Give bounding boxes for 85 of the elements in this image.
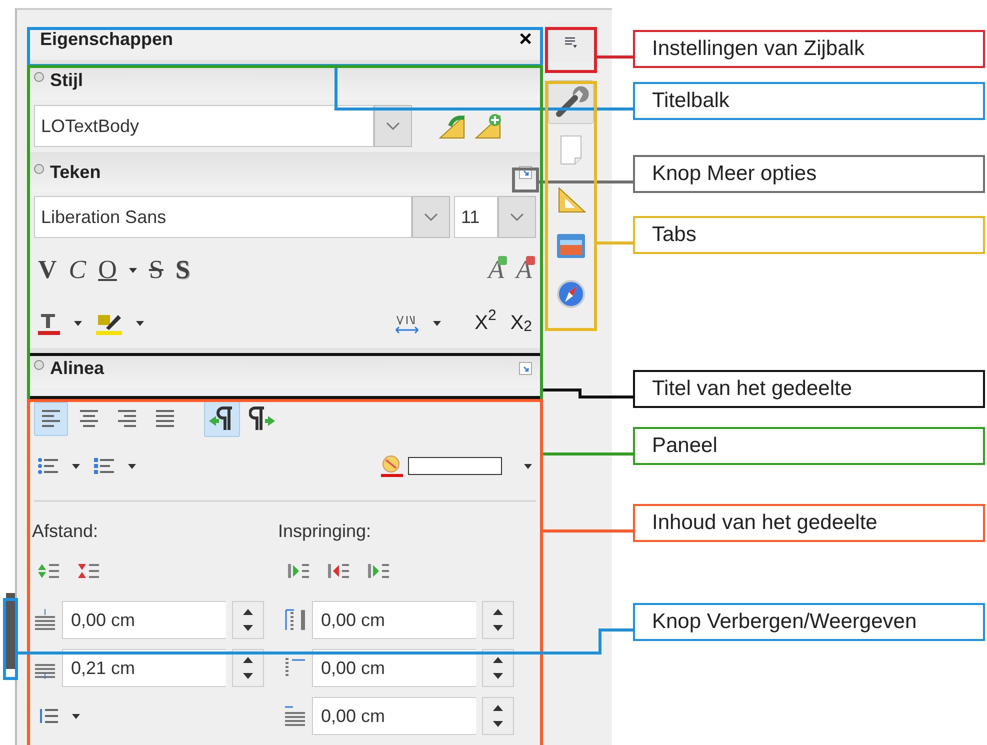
collapse-icon[interactable]	[34, 164, 44, 174]
increase-indent-icon	[288, 562, 310, 580]
caret-icon	[524, 464, 532, 468]
section-title: Alinea	[50, 356, 104, 380]
callout-label: Instellingen van Zijbalk	[633, 30, 985, 68]
callout-label: Titel van het gedeelte	[633, 370, 985, 408]
collapse-icon[interactable]	[34, 360, 44, 370]
spin-arrows-icon	[492, 703, 504, 729]
superscript-button[interactable]: X$^{2}$	[470, 305, 500, 341]
spin-button[interactable]	[232, 649, 264, 687]
italic-button[interactable]: C	[64, 254, 90, 286]
collapse-icon[interactable]	[34, 72, 44, 82]
leader-line	[596, 56, 633, 58]
style-field[interactable]: LOTextBody	[34, 105, 374, 147]
spin-arrows-icon	[242, 655, 254, 681]
bullet-list-icon	[38, 457, 58, 475]
strikethrough-button[interactable]: S	[144, 254, 168, 286]
font-color-icon	[38, 312, 60, 334]
callout-label: Titelbalk	[633, 82, 985, 120]
indent-label: Inspringing:	[278, 520, 372, 543]
section-title: Teken	[50, 160, 101, 184]
caret-icon	[128, 268, 137, 272]
paragraph-direction-icon	[249, 406, 275, 432]
background-color-icon	[380, 455, 404, 477]
paragraph-direction-icon	[209, 406, 235, 432]
caret-icon	[74, 320, 82, 326]
first-line-indent-icon	[368, 562, 390, 580]
left-to-right-button[interactable]	[204, 401, 240, 437]
spacing-label: Afstand:	[31, 520, 100, 543]
section-title: Stijl	[50, 68, 84, 92]
dropdown-button[interactable]	[374, 105, 412, 147]
first-line-icon	[284, 705, 306, 727]
subscript-button[interactable]: X$_{2}$	[506, 305, 536, 341]
font-size-field[interactable]: 11	[454, 196, 498, 238]
callout-label: Knop Verbergen/Weergeven	[633, 603, 985, 641]
caret-icon	[72, 464, 80, 468]
callout-label: Tabs	[633, 216, 985, 254]
decrease-indent-icon	[328, 562, 350, 580]
align-left-button[interactable]	[34, 402, 68, 436]
more-options-icon	[519, 362, 532, 374]
shadow-button[interactable]: S	[171, 254, 194, 286]
spin-field[interactable]: 0,00 cm	[312, 649, 476, 687]
close-button[interactable]: ×	[517, 28, 534, 50]
callout-label: Knop Meer opties	[633, 155, 985, 193]
menu-icon	[564, 36, 578, 48]
align-icon	[42, 410, 60, 428]
spin-field[interactable]: 0,00 cm	[312, 697, 476, 735]
caret-icon	[136, 320, 144, 326]
highlight-frame	[512, 168, 539, 192]
spin-field[interactable]: 0,00 cm	[312, 601, 476, 639]
new-style-icon	[474, 112, 502, 140]
align-icon	[156, 410, 174, 428]
leader-line	[596, 242, 633, 244]
spin-arrows-icon	[492, 607, 504, 633]
caret-icon	[128, 464, 136, 468]
spin-button[interactable]	[482, 601, 514, 639]
spin-field[interactable]: 0,21 cm	[62, 649, 226, 687]
indent-before-icon	[284, 609, 306, 631]
underline-button[interactable]: O	[94, 254, 121, 286]
bold-button[interactable]: V	[34, 254, 61, 286]
spin-button[interactable]	[482, 649, 514, 687]
caret-icon	[432, 320, 441, 326]
caret-icon	[72, 714, 80, 718]
highlight-frame	[545, 27, 597, 73]
spin-button[interactable]	[482, 697, 514, 735]
indent-after-icon	[284, 657, 306, 679]
spin-arrows-icon	[492, 655, 504, 681]
increase-spacing-icon	[38, 562, 60, 580]
align-icon	[118, 410, 136, 428]
numbered-list-icon	[94, 457, 114, 475]
panel-title: Eigenschappen	[40, 28, 174, 51]
spin-field[interactable]: 0,00 cm	[62, 601, 226, 639]
wrench-icon	[553, 84, 589, 120]
color-swatch[interactable]	[408, 457, 502, 475]
hide-show-handle[interactable]	[6, 593, 15, 669]
callout-label: Paneel	[633, 427, 985, 465]
decrease-spacing-icon	[78, 562, 100, 580]
line-spacing-icon	[38, 707, 58, 725]
font-name-field[interactable]: Liberation Sans	[34, 196, 412, 238]
update-style-icon	[438, 112, 466, 140]
callout-label: Inhoud van het gedeelte	[633, 504, 985, 542]
spin-button[interactable]	[232, 601, 264, 639]
spin-arrows-icon	[242, 607, 254, 633]
above-spacing-icon	[34, 609, 56, 631]
align-icon	[80, 410, 98, 428]
